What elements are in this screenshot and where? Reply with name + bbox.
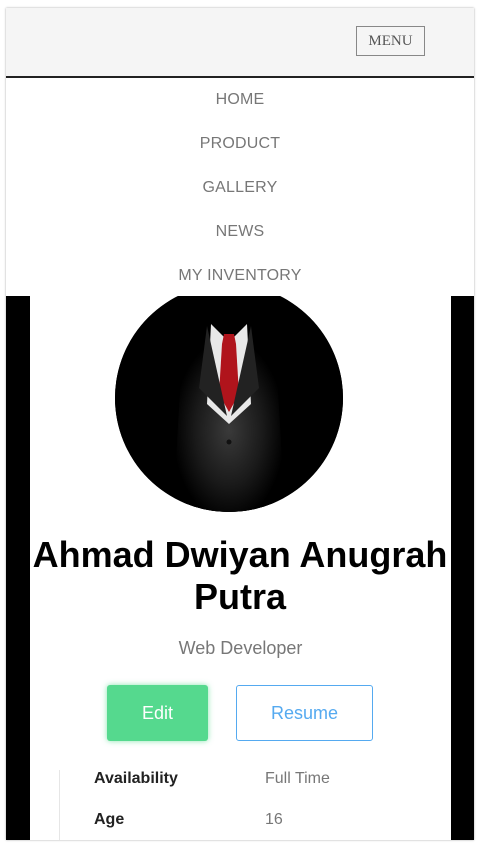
detail-row-availability: Availability Full Time <box>60 770 420 811</box>
suit-portrait-image <box>115 284 343 512</box>
app-frame: MENU HOME PRODUCT GALLERY NEWS MY INVENT… <box>6 8 474 840</box>
profile-name: Ahmad Dwiyan Anugrah Putra <box>32 534 448 617</box>
edit-button[interactable]: Edit <box>107 685 208 741</box>
nav-item-gallery[interactable]: GALLERY <box>6 166 474 210</box>
nav-menu: HOME PRODUCT GALLERY NEWS MY INVENTORY <box>6 78 474 296</box>
detail-key: Availability <box>94 770 178 787</box>
profile-role: Web Developer <box>178 638 303 658</box>
nav-item-product[interactable]: PRODUCT <box>6 122 474 166</box>
menu-button[interactable]: MENU <box>356 26 425 56</box>
detail-value: Full Time <box>265 770 330 787</box>
detail-value: 16 <box>265 811 283 828</box>
profile-card: Ahmad Dwiyan Anugrah Putra Web Developer… <box>30 284 451 840</box>
top-bar: MENU <box>6 8 474 78</box>
detail-row-age: Age 16 <box>60 811 420 840</box>
profile-details: Availability Full Time Age 16 <box>59 770 420 840</box>
nav-item-news[interactable]: NEWS <box>6 210 474 254</box>
resume-button[interactable]: Resume <box>236 685 373 741</box>
nav-item-my-inventory[interactable]: MY INVENTORY <box>6 254 474 298</box>
nav-item-home[interactable]: HOME <box>6 78 474 122</box>
profile-section: Ahmad Dwiyan Anugrah Putra Web Developer… <box>6 284 474 840</box>
avatar <box>115 284 343 512</box>
detail-key: Age <box>94 811 125 828</box>
